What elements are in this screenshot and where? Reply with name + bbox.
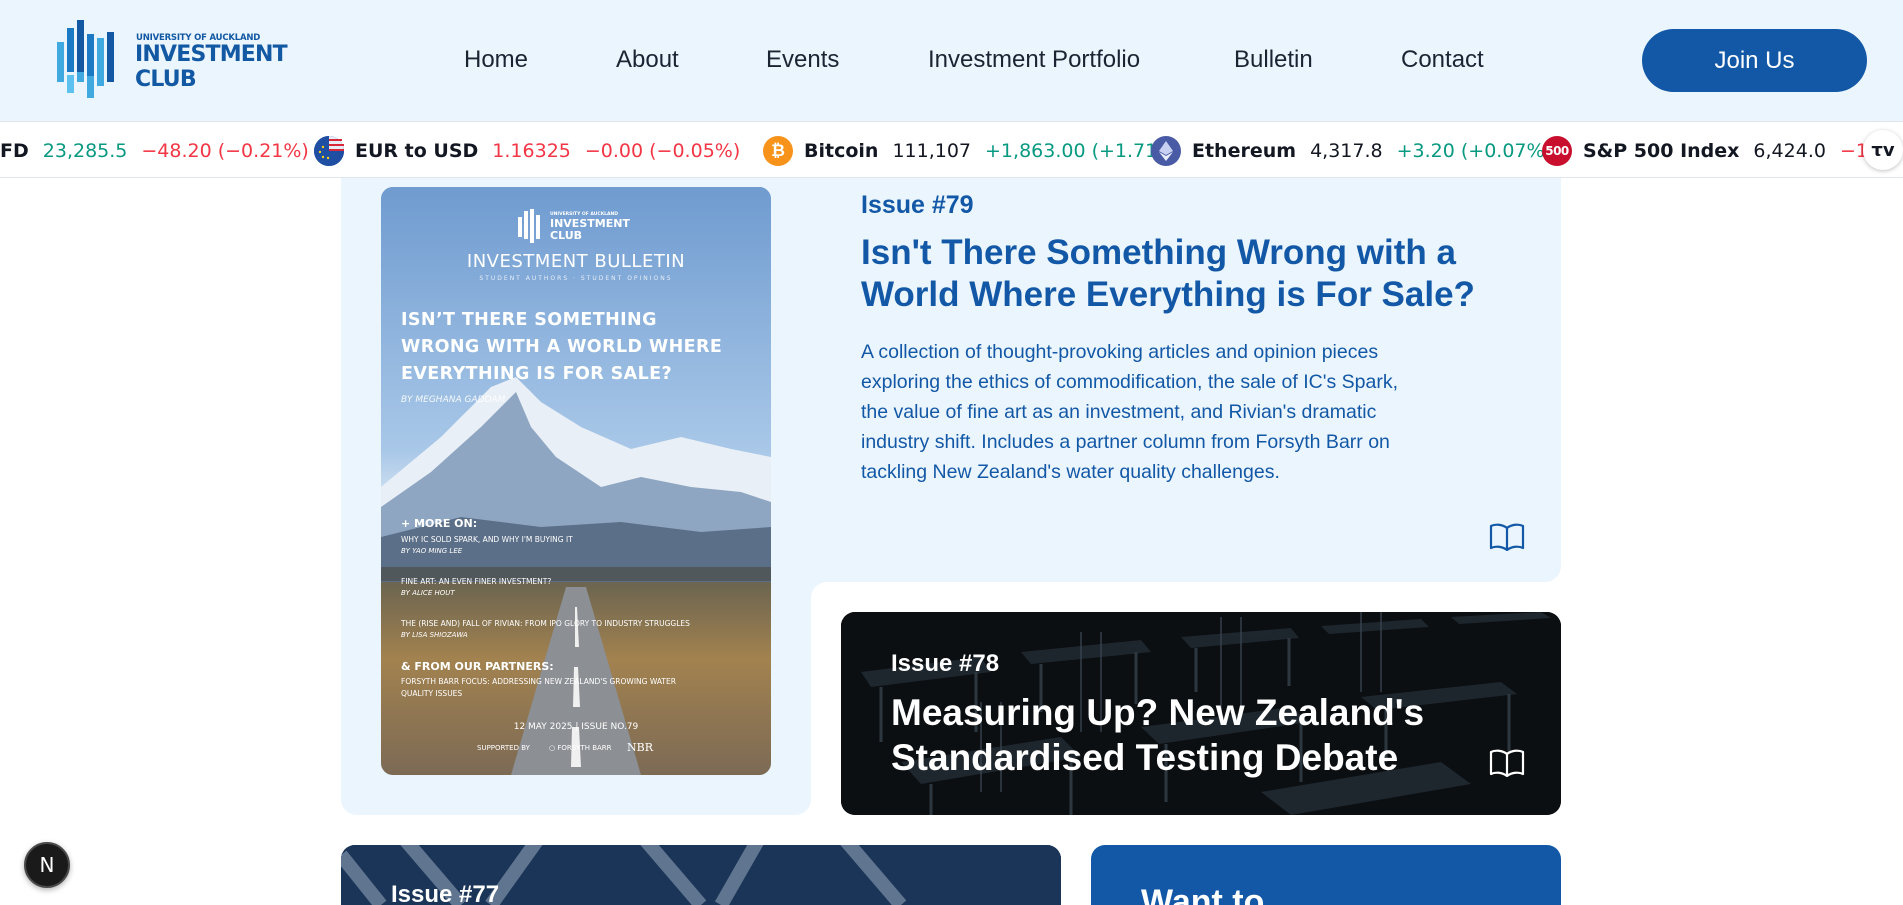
cover-byline: BY MEGHANA GADDAM [401,395,506,405]
cover-partners: & FROM OUR PARTNERS: [401,660,554,673]
ticker-item[interactable]: ₿ Bitcoin 111,107 +1,863.00 (+1.71% [763,122,1176,177]
open-book-icon[interactable] [1489,523,1525,552]
issue-78-label: Issue #78 [891,650,1000,677]
eu-us-flag-icon [314,135,344,166]
nav-home[interactable]: Home [464,46,528,74]
cover-headline-line-3: EVERYTHING IS FOR SALE? [401,364,673,384]
cover-tagline: STUDENT AUTHORS · STUDENT OPINIONS [479,275,673,282]
nav-investment-portfolio[interactable]: Investment Portfolio [928,46,1140,74]
bitcoin-icon: ₿ [763,135,793,166]
issue-79-description: A collection of thought-provoking articl… [861,341,1398,483]
ticker-item[interactable]: FD 23,285.5 −48.20 (−0.21%) [0,122,309,177]
cover-partner-article: FORSYTH BARR FOCUS: ADDRESSING NEW ZEALA… [401,677,676,686]
issue-77-label: Issue #77 [391,881,500,905]
cover-more-on: + MORE ON: [401,517,478,530]
ethereum-icon [1151,135,1181,166]
cover-headline-line-1: ISN’T THERE SOMETHING [401,310,657,330]
issue-79-title[interactable]: Isn't There Something Wrong with a World… [861,232,1501,316]
cover-supported-by: SUPPORTED BY [477,744,530,752]
club-logo[interactable]: UNIVERSITY OF AUCKLAND INVESTMENT CLUB [55,20,295,100]
cover-logo-line-2: CLUB [550,229,583,242]
want-to-card[interactable]: Want to [1091,845,1561,905]
logo-line-2: CLUB [135,67,197,92]
cover-headline: ISN’T THERE SOMETHING WRONG WITH A WORLD… [401,307,722,388]
ticker-change: −48.20 (−0.21%) [141,139,309,162]
cover-article-3: THE (RISE AND) FALL OF RIVIAN: FROM IPO … [401,619,690,628]
cover-partner-article-2: QUALITY ISSUES [401,689,463,698]
ticker-name: Ethereum [1192,139,1297,162]
cover-headline-line-2: WRONG WITH A WORLD WHERE [401,337,723,357]
issue-79-cover-image[interactable]: UNIVERSITY OF AUCKLAND INVESTMENT CLUB IN… [381,187,771,775]
issue-78-title: Measuring Up? New Zealand's Standardised… [891,692,1425,778]
ticker-name: EUR to USD [355,139,479,162]
ticker-price: 111,107 [892,139,972,162]
logo-title: INVESTMENT CLUB [135,42,288,92]
join-us-button[interactable]: Join Us [1642,29,1867,92]
ticker-name: FD [0,139,29,162]
club-logo-mark-icon [57,20,114,98]
nav-bulletin[interactable]: Bulletin [1234,46,1313,74]
open-book-icon[interactable] [1489,749,1525,778]
ticker-name: Bitcoin [804,139,879,162]
issue-79-label: Issue #79 [861,191,974,219]
cover-article-2: FINE ART: AN EVEN FINER INVESTMENT? [401,577,552,586]
sp500-icon: 500 [1542,135,1572,166]
cover-bulletin-title: INVESTMENT BULLETIN [466,251,686,272]
cover-date: 12 MAY 2025 | ISSUE NO.79 [513,722,639,732]
ticker-change: +1,863.00 (+1.71% [985,139,1176,162]
issue-77-card[interactable]: Issue #77 [341,845,1061,905]
ticker-item[interactable]: EUR to USD 1.16325 −0.00 (−0.05%) [314,122,741,177]
want-to-heading: Want to [1141,883,1265,905]
ticker-name: S&P 500 Index [1583,139,1740,162]
tradingview-logo-icon[interactable]: τv [1863,130,1903,170]
issue-78-card[interactable]: Issue #78 Measuring Up? New Zealand's St… [841,612,1561,815]
cover-sponsor-nbr: NBR [627,741,653,754]
ticker-change: −0.00 (−0.05%) [584,139,741,162]
ticker-item[interactable]: 500 S&P 500 Index 6,424.0 −12.0 [1542,122,1898,177]
ticker-item[interactable]: Ethereum 4,317.8 +3.20 (+0.07%) [1151,122,1552,177]
ticker-change: +3.20 (+0.07%) [1396,139,1552,162]
cover-logo-title: INVESTMENT CLUB [550,218,630,242]
cover-article-1-author: BY YAO MING LEE [401,547,463,555]
cover-article-2-author: BY ALICE HOUT [401,589,455,597]
site-header: UNIVERSITY OF AUCKLAND INVESTMENT CLUB H… [0,0,1903,121]
ticker-price: 6,424.0 [1753,139,1826,162]
ticker-price: 23,285.5 [42,139,128,162]
ticker-price: 1.16325 [492,139,571,162]
ticker-price: 4,317.8 [1310,139,1383,162]
nav-about[interactable]: About [616,46,679,74]
cover-logo-mark-icon [518,209,540,243]
panel-notch [811,582,841,612]
nav-contact[interactable]: Contact [1401,46,1484,74]
market-ticker[interactable]: FD 23,285.5 −48.20 (−0.21%) EUR to USD 1… [0,121,1903,178]
logo-line-1: INVESTMENT [135,42,288,67]
cover-article-1: WHY IC SOLD SPARK, AND WHY I'M BUYING IT [401,535,573,544]
cover-article-3-author: BY LISA SHIOZAWA [401,631,468,639]
cover-sponsor-forsyth: ○ FORSYTH BARR [549,744,612,752]
dev-tools-badge[interactable]: N [24,842,70,888]
nav-events[interactable]: Events [766,46,839,74]
